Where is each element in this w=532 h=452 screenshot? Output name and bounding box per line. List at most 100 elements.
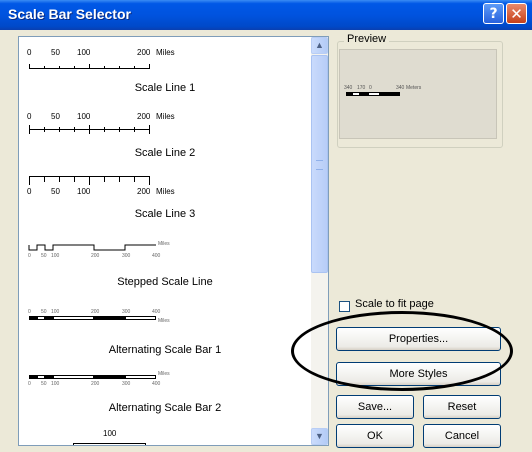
style-name: Stepped Scale Line xyxy=(117,276,213,288)
tick-label: 0 xyxy=(28,253,31,259)
scale-tick xyxy=(149,64,150,69)
preview-tick-label: 170 xyxy=(357,85,366,91)
arrow-down-icon: ▼ xyxy=(315,431,324,441)
scale-tick xyxy=(44,127,45,132)
scroll-down-button[interactable]: ▼ xyxy=(311,428,328,445)
unit-label: Miles xyxy=(156,48,175,57)
save-button[interactable]: Save... xyxy=(336,395,414,419)
style-name: Scale Line 3 xyxy=(134,208,196,220)
properties-button-label: Properties... xyxy=(388,333,449,345)
scale-tick xyxy=(119,176,120,182)
scale-tick xyxy=(134,127,135,132)
preview-tick-label: 340 xyxy=(344,85,353,91)
close-icon: ✕ xyxy=(510,5,523,23)
preview-bar-light xyxy=(352,92,360,96)
scale-bar-selector-dialog: Scale Bar Selector ? ✕ 0 50 100 200 Mile… xyxy=(0,0,532,452)
scale-tick xyxy=(29,125,30,134)
tick-label: 400 xyxy=(152,381,161,387)
unit-label: Miles xyxy=(156,112,175,121)
tick-label: 50 xyxy=(41,381,47,387)
tick-label: 300 xyxy=(122,253,131,259)
tick-label: 400 xyxy=(152,253,161,259)
preview-legend: Preview xyxy=(344,33,390,45)
help-button[interactable]: ? xyxy=(483,3,504,24)
list-item-partial[interactable]: 100 xyxy=(19,427,311,445)
scale-tick xyxy=(59,66,60,69)
tick-label: 400 xyxy=(152,309,161,315)
scale-to-fit-label[interactable]: Scale to fit page xyxy=(355,298,434,310)
unit-label: Miles xyxy=(156,187,175,196)
ok-button[interactable]: OK xyxy=(336,424,414,448)
tick-label: 200 xyxy=(137,112,151,121)
bar-segment-dark xyxy=(29,375,37,379)
reset-button[interactable]: Reset xyxy=(423,395,501,419)
tick-label: 100 xyxy=(77,187,91,196)
tick-label: 0 xyxy=(28,381,31,387)
bar-segment-dark xyxy=(29,316,37,320)
preview-bar-dark xyxy=(380,92,400,96)
style-name: Scale Line 2 xyxy=(134,147,196,159)
tick-label: 300 xyxy=(122,381,131,387)
preview-tick-label: 340 xyxy=(396,85,405,91)
bar-segment-light xyxy=(53,375,94,379)
list-item-alternating-scale-bar-1[interactable]: 0 50 100 200 300 400 Miles Alternating S… xyxy=(19,302,311,370)
tick-label: 100 xyxy=(77,112,91,121)
tick-label: 50 xyxy=(41,309,47,315)
list-item-scale-line-2[interactable]: 0 50 100 200 Miles Scale Line 2 xyxy=(19,107,311,172)
tick-label: 200 xyxy=(91,309,100,315)
scale-tick xyxy=(89,176,90,185)
vertical-scrollbar[interactable]: ▲ ▼ xyxy=(311,37,328,445)
scale-tick xyxy=(104,66,105,69)
reset-button-label: Reset xyxy=(447,401,477,413)
bar-segment-dark xyxy=(45,316,53,320)
scale-bar-style-list[interactable]: 0 50 100 200 Miles Scale Line 1 0 50 100… xyxy=(18,36,329,446)
scale-to-fit-checkbox[interactable] xyxy=(339,301,350,312)
list-item-scale-line-3[interactable]: 0 50 100 200 Miles Scale Line 3 xyxy=(19,172,311,240)
list-item-scale-line-1[interactable]: 0 50 100 200 Miles Scale Line 1 xyxy=(19,37,311,107)
scale-tick xyxy=(44,66,45,69)
tick-label: 100 xyxy=(51,253,60,259)
style-list-content: 0 50 100 200 Miles Scale Line 1 0 50 100… xyxy=(19,37,311,445)
ok-button-label: OK xyxy=(367,430,383,442)
window-title: Scale Bar Selector xyxy=(8,6,131,22)
unit-label: Miles xyxy=(158,371,170,377)
scale-tick xyxy=(59,127,60,132)
title-bar[interactable]: Scale Bar Selector ? ✕ xyxy=(0,0,532,30)
scale-tick xyxy=(119,66,120,69)
properties-button[interactable]: Properties... xyxy=(336,327,501,351)
preview-tick-label: 0 xyxy=(369,85,372,91)
scroll-up-button[interactable]: ▲ xyxy=(311,37,328,54)
cancel-button[interactable]: Cancel xyxy=(423,424,501,448)
tick-label: 200 xyxy=(91,253,100,259)
scale-tick xyxy=(89,64,90,69)
scale-tick xyxy=(104,127,105,132)
tick-label: 0 xyxy=(28,309,31,315)
tick-label: 0 xyxy=(27,48,32,57)
style-name: Alternating Scale Bar 2 xyxy=(108,402,222,414)
tick-label: 50 xyxy=(41,253,47,259)
bar-segment-light xyxy=(125,316,156,320)
tick-label: 200 xyxy=(137,48,151,57)
list-item-stepped-scale-line[interactable]: 0 50 100 200 300 400 Miles Stepped Scale… xyxy=(19,240,311,302)
tick-label: 300 xyxy=(122,309,131,315)
unit-label: Miles xyxy=(158,241,170,247)
style-name: Scale Line 1 xyxy=(134,82,196,94)
save-button-label: Save... xyxy=(357,401,393,413)
scale-tick xyxy=(74,176,75,182)
more-styles-button[interactable]: More Styles xyxy=(336,362,501,386)
preview-bar-light xyxy=(368,92,380,96)
bar-segment-dark xyxy=(45,375,53,379)
close-button[interactable]: ✕ xyxy=(506,3,527,24)
scale-tick xyxy=(74,127,75,132)
scale-tick xyxy=(44,176,45,182)
scale-tick xyxy=(89,125,90,134)
scale-tick xyxy=(149,176,150,185)
scale-tick xyxy=(29,176,30,185)
scroll-thumb[interactable] xyxy=(311,55,328,273)
bar-segment-light xyxy=(53,316,94,320)
bar-segment-light xyxy=(125,375,156,379)
tick-label: 100 xyxy=(51,381,60,387)
bar-segment-dark xyxy=(94,316,125,320)
scale-line xyxy=(73,443,146,444)
tick-label: 0 xyxy=(27,112,32,121)
